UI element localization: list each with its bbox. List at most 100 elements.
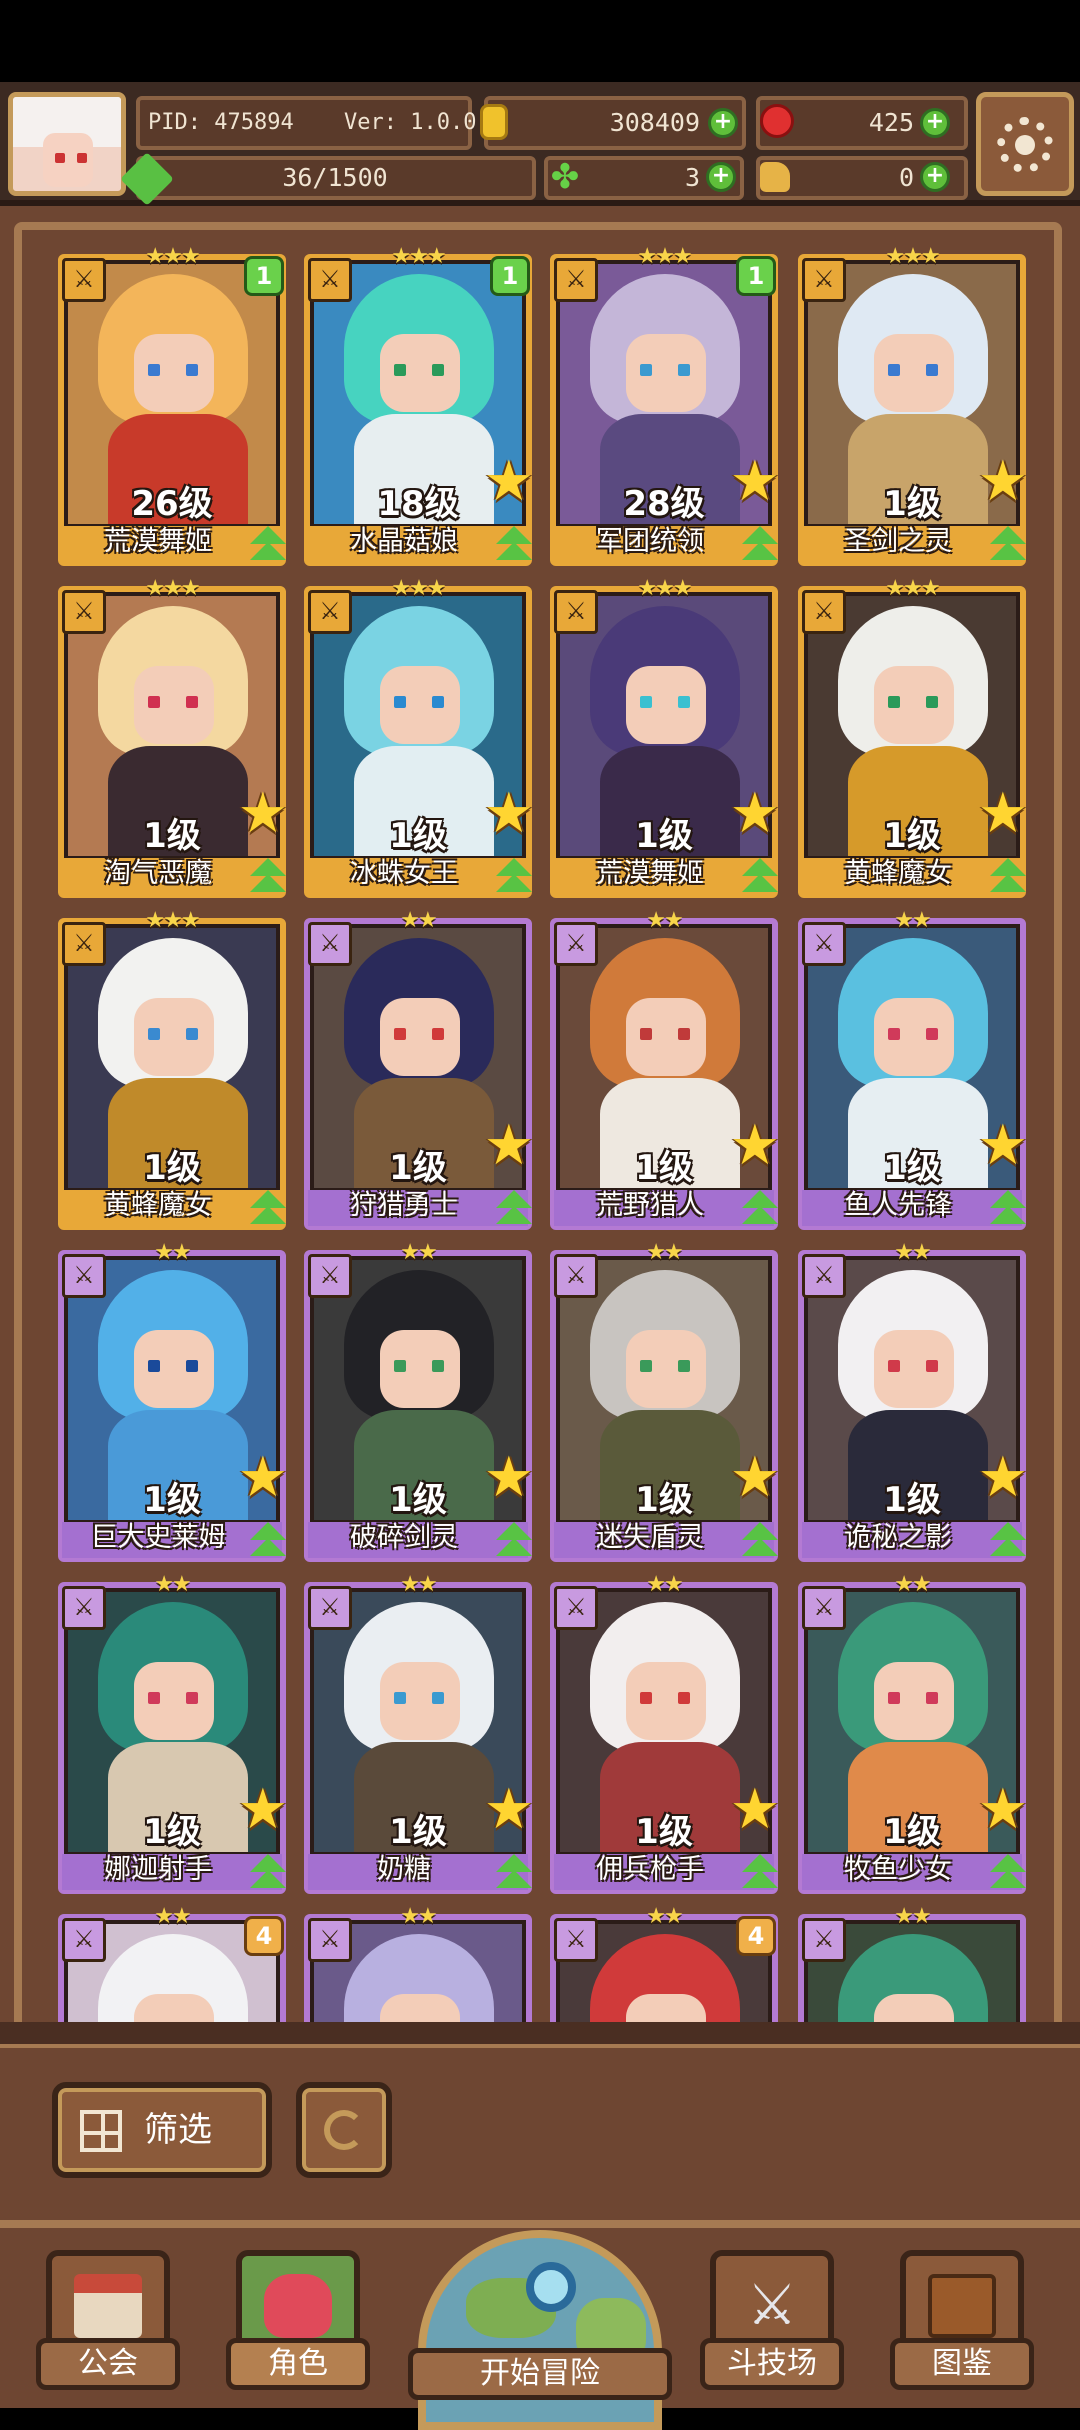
arrow-chevron [742,1206,778,1224]
settings-button[interactable] [976,92,1074,196]
level-up-arrow-icon [984,1850,1028,1894]
character-card[interactable]: ★★★ ⚔ 1级 ★ 淘气恶魔 [58,576,288,898]
weapon-type-icon: ⚔ [62,1586,106,1630]
portrait-eye [926,1692,938,1704]
nav-guild[interactable]: 公会 [36,2250,180,2390]
star-upgrade-icon: ★ [237,781,288,846]
filter-button[interactable]: 筛选 [52,2082,272,2178]
portrait-face [134,1330,214,1408]
filter-label: 筛选 [144,2110,212,2150]
character-card[interactable]: ★★ ⚔ 1级 ★ 奶糖 [304,1572,534,1894]
avatar-eye-right [77,153,87,163]
level-up-arrow-icon [736,1186,780,1230]
character-card[interactable]: ★★ ⚔ 1级 ★ 荒野猎人 [550,908,780,1230]
portrait-eye [148,1360,160,1372]
weapon-type-icon: ⚔ [62,590,106,634]
portrait-eye [926,1028,938,1040]
reset-filter-button[interactable] [296,2082,392,2178]
star-upgrade-icon: ★ [977,1445,1028,1510]
character-card[interactable]: ★★★ ⚔ 1级 黄蜂魔女 [58,908,288,1230]
character-name: 荒漠舞姬 [104,526,212,557]
character-card[interactable]: ★★ ⚔ 1级 ★ 巨大史莱姆 [58,1240,288,1562]
portrait-eye [186,1028,198,1040]
character-card[interactable]: ★★★ ⚔ 1级 ★ 圣剑之灵 [798,244,1028,566]
add-clovers-button[interactable]: + [706,162,736,192]
character-card[interactable]: ★★ ⚔ 1级 ★ 狩猎勇士 [304,908,534,1230]
add-coins-button[interactable]: + [708,108,738,138]
level-up-arrow-icon [244,1186,288,1230]
star-upgrade-icon: ★ [483,449,534,514]
portrait-eye [186,696,198,708]
portrait-eye [394,364,406,376]
character-name: 迷失盾灵 [596,1522,704,1553]
portrait-eye [678,1692,690,1704]
nav-arena[interactable]: ⚔ 斗技场 [700,2250,844,2390]
star-upgrade-icon: ★ [483,1777,534,1842]
character-card[interactable]: ★★ ⚔ 1级 ★ 诡秘之影 [798,1240,1028,1562]
count-badge: 4 [736,1916,776,1956]
weapon-type-icon: ⚔ [802,1586,846,1630]
character-name: 黄蜂魔女 [844,858,952,889]
arrow-chevron [496,1206,532,1224]
character-card[interactable]: ★★★ ⚔ 1级 ★ 冰蛛女王 [304,576,534,898]
character-card[interactable]: ★★★ ⚔ 1 26级 荒漠舞姬 [58,244,286,566]
player-id: PID: 475894 [148,110,294,135]
add-bags-button[interactable]: + [920,162,950,192]
nav-guild-label: 公会 [36,2338,180,2390]
character-card[interactable]: ★★ ⚔ 1级 ★ 佣兵枪手 [550,1572,780,1894]
character-name: 诡秘之影 [844,1522,952,1553]
guild-house-icon [74,2274,142,2338]
character-name: 佣兵枪手 [596,1854,704,1885]
portrait-eye [888,1692,900,1704]
character-card[interactable]: ★★ ⚔ 1级 ★ 娜迦射手 [58,1572,288,1894]
book-icon [928,2274,996,2338]
character-card[interactable]: ★★★ ⚔ 1级 ★ 黄蜂魔女 [798,576,1028,898]
character-card[interactable]: ★★★ ⚔ 1 18级 ★ 水晶菇娘 [304,244,534,566]
level-up-arrow-icon [984,1186,1028,1230]
weapon-type-icon: ⚔ [308,1918,352,1962]
arrow-chevron [742,542,778,560]
crossed-swords-icon: ⚔ [746,2273,798,2338]
portrait-face [380,666,460,744]
portrait-eye [926,364,938,376]
character-list-frame[interactable]: ★★★ ⚔ 1 26级 荒漠舞姬 ★★★ ⚔ 1 18级 ★ 水晶菇娘 ★★★ ⚔ 1 28级 ★ 军团统领 ★★… [14,222,1062,2052]
character-name: 荒野猎人 [596,1190,704,1221]
add-gems-button[interactable]: + [920,108,950,138]
nav-character[interactable]: 角色 [226,2250,370,2390]
portrait-eye [926,696,938,708]
character-card[interactable]: ★★ ⚔ 1级 ★ 迷失盾灵 [550,1240,780,1562]
gear-icon-center [1015,135,1035,155]
portrait-eye [640,1028,652,1040]
weapon-type-icon: ⚔ [802,1254,846,1298]
level-up-arrow-icon [984,1518,1028,1562]
nav-codex[interactable]: 图鉴 [890,2250,1034,2390]
weapon-type-icon: ⚔ [308,1254,352,1298]
portrait-eye [678,364,690,376]
clover-count: 3 [684,163,700,192]
character-card[interactable]: ★★★ ⚔ 1 28级 ★ 军团统领 [550,244,780,566]
nav-start-adventure[interactable]: 开始冒险 [408,2230,672,2430]
character-card[interactable]: ★★ ⚔ 1级 ★ 牧鱼少女 [798,1572,1028,1894]
character-name: 淘气恶魔 [104,858,212,889]
portrait-eye [888,1028,900,1040]
character-card[interactable]: ★★★ ⚔ 1级 ★ 荒漠舞姬 [550,576,780,898]
level-up-arrow-icon [244,1850,288,1894]
avatar-eye-left [55,153,65,163]
character-card[interactable]: ★★ ⚔ 1级 ★ 鱼人先锋 [798,908,1028,1230]
level-up-arrow-icon [244,1518,288,1562]
portrait-eye [432,1360,444,1372]
nav-codex-label: 图鉴 [890,2338,1034,2390]
star-upgrade-icon: ★ [729,1777,780,1842]
character-card[interactable]: ★★ ⚔ 1级 ★ 破碎剑灵 [304,1240,534,1562]
star-upgrade-icon: ★ [483,781,534,846]
nav-adventure-label: 开始冒险 [408,2348,672,2400]
portrait-eye [394,1692,406,1704]
star-upgrade-icon: ★ [977,1777,1028,1842]
weapon-type-icon: ⚔ [308,258,352,302]
portrait-eye [678,1360,690,1372]
level-up-arrow-icon [736,522,780,566]
character-name: 荒漠舞姬 [596,858,704,889]
player-avatar[interactable] [8,92,126,196]
level-up-arrow-icon [490,1850,534,1894]
star-upgrade-icon: ★ [483,1113,534,1178]
